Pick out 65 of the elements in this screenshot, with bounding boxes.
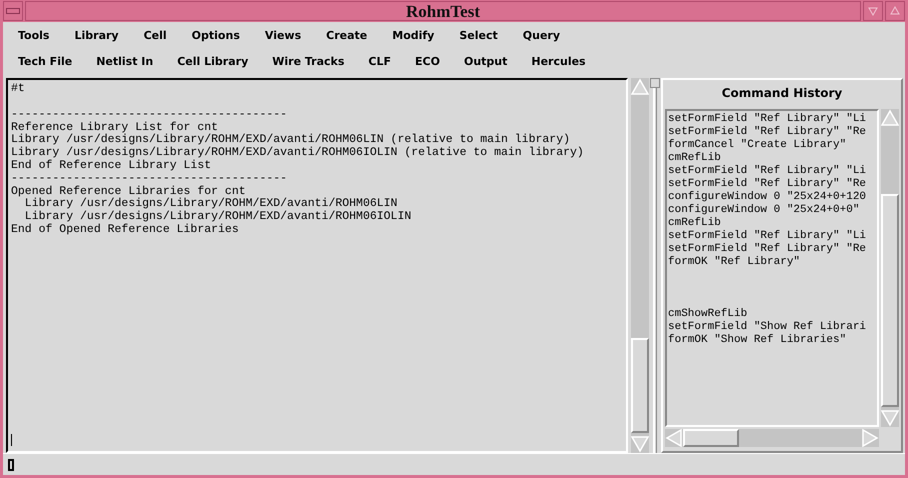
history-entry[interactable]: cmRefLib — [668, 152, 876, 165]
minimize-button[interactable] — [863, 1, 883, 21]
history-entry[interactable]: formCancel "Create Library" — [668, 139, 876, 152]
history-entry[interactable]: setFormField "Show Ref Librari — [668, 321, 876, 334]
menu-item[interactable]: Netlist In — [96, 54, 154, 68]
menu-item[interactable]: Cell Library — [177, 54, 248, 68]
up-triangle-icon — [890, 6, 900, 16]
history-entry[interactable]: setFormField "Ref Library" "Li — [668, 165, 876, 178]
pane-sash[interactable] — [653, 78, 657, 453]
output-line: Library /usr/designs/Library/ROHM/EXD/avanti/ROHM06IOLIN — [24, 211, 412, 224]
output-line: End of Opened Reference Libraries — [11, 224, 240, 237]
menu-item[interactable]: Library — [74, 28, 119, 42]
output-line: End of Reference Library List — [11, 160, 212, 173]
menu-item[interactable]: Output — [464, 54, 508, 68]
history-entry[interactable]: setFormField "Ref Library" "Re — [668, 126, 876, 139]
scroll-down-arrow-icon[interactable] — [631, 435, 649, 453]
menu-item[interactable]: Create — [326, 28, 368, 42]
output-line: ---------------------------------------- — [11, 108, 288, 122]
output-line: Library /usr/designs/Library/ROHM/EXD/avanti/ROHM06IOLIN (relative to main library) — [11, 147, 585, 160]
menu-item[interactable]: Tech File — [18, 54, 72, 68]
window-title: RohmTest — [25, 1, 861, 21]
menu-item[interactable]: Cell — [144, 28, 167, 42]
scroll-thumb[interactable] — [631, 338, 649, 433]
history-entry[interactable]: setFormField "Ref Library" "Li — [668, 230, 876, 243]
history-entry[interactable]: configureWindow 0 "25x24+0+0" — [668, 204, 876, 217]
down-triangle-icon — [868, 6, 878, 16]
history-entry[interactable]: cmRefLib — [668, 217, 876, 230]
history-entry[interactable]: configureWindow 0 "25x24+0+120 — [668, 191, 876, 204]
bar-icon — [6, 8, 20, 14]
output-line: Reference Library List for cnt — [11, 122, 218, 134]
output-line: Library /usr/designs/Library/ROHM/EXD/avanti/ROHM06LIN — [24, 198, 398, 210]
scroll-down-arrow-icon[interactable] — [881, 409, 899, 427]
menu-item[interactable]: Views — [264, 28, 302, 42]
menu-item[interactable]: CLF — [368, 54, 392, 68]
output-line: #t — [11, 83, 26, 96]
menu-item[interactable]: Tools — [18, 28, 50, 42]
menu-item[interactable]: Options — [192, 28, 240, 42]
output-line: ---------------------------------------- — [11, 172, 288, 186]
history-entry[interactable]: formOK "Ref Library" — [668, 256, 876, 269]
menu-item[interactable]: Wire Tracks — [272, 54, 344, 68]
scroll-left-arrow-icon[interactable] — [665, 429, 683, 447]
menu-item[interactable]: Hercules — [531, 54, 586, 68]
scroll-up-arrow-icon[interactable] — [631, 78, 649, 96]
horizontal-scrollbar[interactable] — [665, 429, 879, 447]
text-cursor — [11, 434, 12, 446]
panel-title: Command History — [720, 85, 844, 102]
vertical-scrollbar[interactable] — [631, 78, 649, 453]
history-entry[interactable]: setFormField "Ref Library" "Re — [668, 243, 876, 256]
command-field[interactable] — [8, 458, 14, 470]
menu-item[interactable]: Query — [522, 28, 560, 42]
history-entry[interactable]: formOK "Show Ref Libraries" — [668, 334, 876, 347]
history-entry[interactable]: setFormField "Ref Library" "Re — [668, 178, 876, 191]
scroll-thumb[interactable] — [881, 194, 899, 407]
maximize-button[interactable] — [885, 1, 905, 21]
output-line: Opened Reference Libraries for cnt — [11, 186, 246, 198]
menu-item[interactable]: Select — [459, 28, 498, 42]
menu-item[interactable]: ECO — [415, 54, 440, 68]
menu-item[interactable]: Modify — [392, 28, 434, 42]
history-entry[interactable]: setFormField "Ref Library" "Li — [668, 113, 876, 126]
window-menu-button[interactable] — [3, 1, 23, 21]
vertical-scrollbar[interactable] — [881, 109, 899, 427]
history-entry[interactable]: cmShowRefLib — [668, 308, 876, 321]
scroll-right-arrow-icon[interactable] — [861, 429, 879, 447]
scroll-up-arrow-icon[interactable] — [881, 109, 899, 127]
output-line: Library /usr/designs/Library/ROHM/EXD/avanti/ROHM06LIN (relative to main library) — [11, 134, 571, 146]
